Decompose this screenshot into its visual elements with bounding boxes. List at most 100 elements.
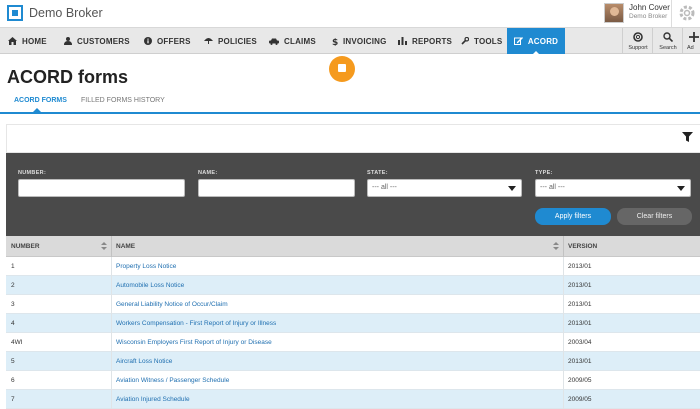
user-icon	[64, 37, 72, 45]
nav-item-offers[interactable]: OFFERS	[144, 28, 191, 54]
support-button[interactable]: Support	[622, 28, 652, 54]
state-label: STATE:	[367, 170, 388, 176]
cell-version: 2013/01	[568, 358, 592, 365]
cell-version: 2009/05	[568, 377, 592, 384]
nav-label: OFFERS	[157, 36, 191, 46]
add-label: Ad	[687, 45, 694, 51]
gear-icon[interactable]	[677, 3, 697, 23]
number-field[interactable]	[18, 179, 185, 197]
column-header-name[interactable]: NAME	[111, 236, 563, 257]
cell-version: 2013/01	[568, 320, 592, 327]
cell-version: 2013/01	[568, 263, 592, 270]
nav-label: REPORTS	[412, 36, 453, 46]
cell-number: 5	[11, 358, 15, 365]
tab-underline	[0, 112, 700, 114]
lifebuoy-icon	[633, 32, 643, 42]
help-icon[interactable]	[329, 56, 355, 82]
nav-item-invoicing[interactable]: $ INVOICING	[332, 28, 387, 54]
plus-icon	[689, 32, 699, 42]
divider	[671, 0, 672, 27]
support-label: Support	[628, 45, 648, 51]
nav-item-customers[interactable]: CUSTOMERS	[64, 28, 130, 54]
nav-label: TOOLS	[474, 36, 503, 46]
name-label: NAME:	[198, 170, 218, 176]
table-row[interactable]: 1 Property Loss Notice 2013/01	[6, 257, 700, 276]
nav-item-reports[interactable]: REPORTS	[398, 28, 452, 54]
number-label: NUMBER:	[18, 170, 47, 176]
cell-number: 2	[11, 282, 15, 289]
home-icon	[8, 37, 17, 45]
svg-text:$: $	[332, 38, 338, 46]
edit-icon	[513, 37, 523, 45]
form-name-link[interactable]: Property Loss Notice	[111, 257, 563, 276]
nav-label: CLAIMS	[284, 36, 316, 46]
form-name-link[interactable]: Workers Compensation - First Report of I…	[111, 314, 563, 333]
cell-number: 4WI	[11, 339, 23, 346]
table-row[interactable]: 6 Aviation Witness / Passenger Schedule 20…	[6, 371, 700, 390]
form-name-link[interactable]: General Liability Notice of Occur/Claim	[111, 295, 563, 314]
cell-number: 6	[11, 377, 15, 384]
state-select-value: --- all ---	[372, 184, 397, 191]
nav-label: INVOICING	[343, 36, 387, 46]
cell-version: 2003/04	[568, 339, 592, 346]
wrench-icon	[461, 37, 469, 45]
tab-filled-forms-history[interactable]: FILLED FORMS HISTORY	[81, 97, 165, 104]
table-header: NUMBER NAME VERSION	[6, 236, 700, 257]
form-name-link[interactable]: Automobile Loss Notice	[111, 276, 563, 295]
nav-label: CUSTOMERS	[77, 36, 130, 46]
nav-item-tools[interactable]: TOOLS	[461, 28, 502, 54]
bar-chart-icon	[398, 37, 407, 45]
umbrella-icon	[204, 38, 213, 44]
form-name-link[interactable]: Aviation Witness / Passenger Schedule	[111, 371, 563, 390]
chevron-down-icon	[677, 186, 685, 191]
search-label: Search	[659, 45, 677, 51]
car-icon	[269, 38, 279, 45]
type-select-value: --- all ---	[540, 184, 565, 191]
user-org: Demo Broker	[629, 13, 668, 20]
cell-version: 2013/01	[568, 282, 592, 289]
dollar-icon: $	[332, 38, 338, 46]
table-row[interactable]: 2 Automobile Loss Notice 2013/01	[6, 276, 700, 295]
name-field[interactable]	[198, 179, 355, 197]
form-name-link[interactable]: Aircraft Loss Notice	[111, 352, 563, 371]
filter-toggle-bar	[6, 124, 700, 153]
filter-icon[interactable]	[682, 132, 693, 142]
nav-item-policies[interactable]: POLICIES	[204, 28, 257, 54]
nav-label: POLICIES	[218, 36, 257, 46]
form-name-link[interactable]: Wisconsin Employers First Report of Inju…	[111, 333, 563, 352]
cell-number: 3	[11, 301, 15, 308]
nav-item-claims[interactable]: CLAIMS	[269, 28, 316, 54]
cell-version: 2013/01	[568, 301, 592, 308]
column-header-number[interactable]: NUMBER	[6, 236, 111, 257]
chevron-down-icon	[508, 186, 516, 191]
nav-label: ACORD	[527, 36, 559, 46]
apply-filters-button[interactable]: Apply filters	[535, 208, 611, 225]
cell-number: 4	[11, 320, 15, 327]
table-row[interactable]: 4 Workers Compensation - First Report of …	[6, 314, 700, 333]
table-row[interactable]: 4WI Wisconsin Employers First Report of I…	[6, 333, 700, 352]
nav-item-acord[interactable]: ACORD	[507, 28, 565, 55]
search-icon	[663, 32, 673, 42]
brand-logo-icon	[7, 5, 23, 21]
main-nav: HOME CUSTOMERS OFFERS POLICIES CLAIMS $ …	[0, 27, 700, 55]
brand-name: Demo Broker	[29, 6, 103, 20]
sort-icon[interactable]	[101, 242, 107, 251]
sort-icon[interactable]	[553, 242, 559, 251]
user-name[interactable]: John Cover	[629, 3, 670, 12]
search-button[interactable]: Search	[652, 28, 682, 54]
type-label: TYPE:	[535, 170, 553, 176]
add-button[interactable]: Ad	[682, 28, 700, 54]
table-row[interactable]: 5 Aircraft Loss Notice 2013/01	[6, 352, 700, 371]
table-row[interactable]: 3 General Liability Notice of Occur/Claim…	[6, 295, 700, 314]
type-select[interactable]: --- all ---	[535, 179, 691, 197]
tab-acord-forms[interactable]: ACORD FORMS	[14, 97, 67, 104]
clear-filters-button[interactable]: Clear filters	[617, 208, 692, 225]
nav-label: HOME	[22, 36, 47, 46]
cell-number: 1	[11, 263, 15, 270]
page-title: ACORD forms	[7, 67, 129, 87]
state-select[interactable]: --- all ---	[367, 179, 522, 197]
column-header-version[interactable]: VERSION	[563, 236, 700, 257]
info-icon	[144, 37, 152, 45]
nav-item-home[interactable]: HOME	[8, 28, 47, 54]
avatar[interactable]	[604, 3, 624, 23]
